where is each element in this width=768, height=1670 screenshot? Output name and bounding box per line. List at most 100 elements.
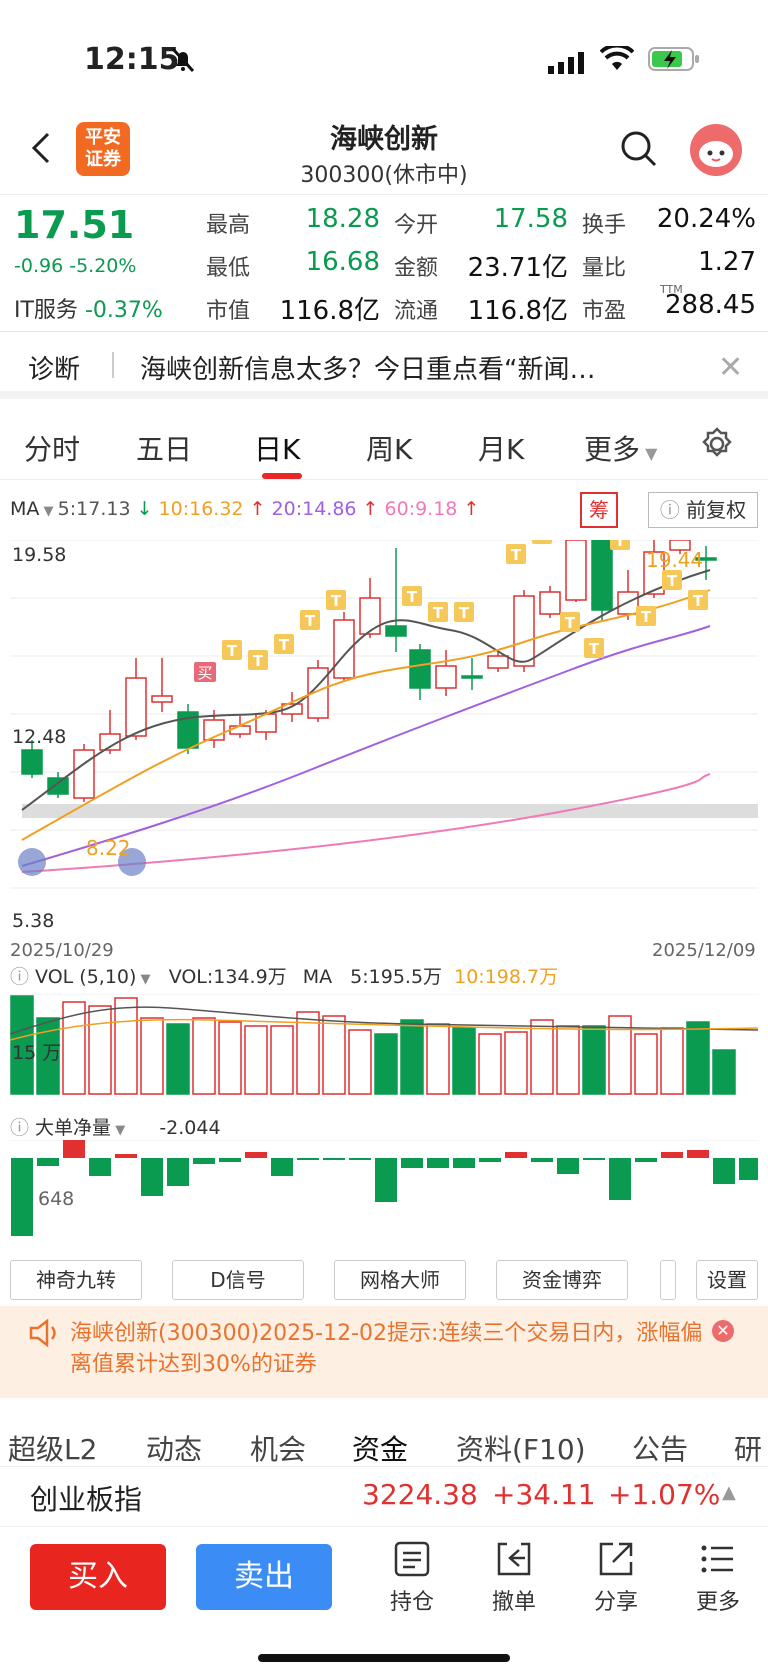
- tool-button-dsignal[interactable]: D信号: [172, 1260, 304, 1300]
- diagnosis-text[interactable]: 海峡创新信息太多？今日重点看“新闻…: [140, 349, 595, 386]
- bigorder-bar: [401, 1158, 423, 1168]
- bigorder-bar: [479, 1158, 501, 1162]
- tool-button-grid[interactable]: 网格大师: [334, 1260, 466, 1300]
- ma10-value: 10:16.32: [158, 498, 244, 520]
- kline-chart[interactable]: TTTTTTTTTTTTTTTT买: [10, 540, 758, 936]
- volume-bar: [322, 1015, 346, 1095]
- tab-opportunity[interactable]: 机会: [250, 1428, 306, 1468]
- tab-research[interactable]: 研: [734, 1428, 762, 1468]
- t-marker-label: T: [279, 636, 290, 654]
- candle-body: [385, 625, 407, 637]
- bigorder-axis-label: 648: [38, 1188, 75, 1210]
- buy-button[interactable]: 买入: [30, 1544, 166, 1610]
- bigorder-bar: [505, 1152, 527, 1158]
- holdings-icon: [394, 1541, 430, 1577]
- candle-body: [513, 595, 535, 667]
- cancel-order-button[interactable]: 撤单: [474, 1540, 554, 1616]
- candle-body: [591, 540, 613, 611]
- ma-label: MA: [10, 498, 40, 520]
- close-icon[interactable]: ✕: [712, 1320, 734, 1342]
- tab-news[interactable]: 动态: [146, 1428, 202, 1468]
- t-marker-label: T: [615, 540, 626, 550]
- candle-body: [151, 695, 173, 703]
- tool-button-capital[interactable]: 资金博弈: [496, 1260, 628, 1300]
- tool-settings-button[interactable]: 设置: [696, 1260, 758, 1300]
- avatar[interactable]: [690, 124, 742, 176]
- bigorder-bar: [271, 1158, 293, 1176]
- volume-ma-label: MA: [302, 966, 333, 988]
- tab-level2[interactable]: 超级L2: [8, 1428, 97, 1468]
- y-axis-high: 19.58: [12, 544, 67, 566]
- volume-bar: [88, 1005, 112, 1095]
- cellular-signal-icon: [548, 52, 584, 74]
- info-icon: ⓘ: [659, 498, 687, 522]
- t-marker-label: T: [589, 640, 600, 658]
- low-price-marker: 8.22: [86, 836, 131, 860]
- bigorder-bar: [323, 1158, 345, 1160]
- bigorder-chart[interactable]: [10, 1140, 758, 1248]
- industry-change: -0.37%: [84, 298, 163, 323]
- volume-bar: [634, 1033, 658, 1095]
- bigorder-bar: [349, 1158, 371, 1160]
- adjust-button[interactable]: ⓘ 前复权: [648, 492, 758, 528]
- t-marker-label: T: [253, 652, 264, 670]
- close-icon[interactable]: ✕: [718, 350, 743, 385]
- bigorder-bar: [89, 1158, 111, 1176]
- volume-bar: [478, 1033, 502, 1095]
- volume-bar: [660, 1027, 684, 1095]
- y-axis-low: 5.38: [12, 910, 55, 932]
- tab-more-label: 更多: [584, 433, 641, 466]
- quote-value-high: 18.28: [305, 204, 380, 234]
- tab-more[interactable]: 更多 ▼: [584, 428, 657, 468]
- tab-f10[interactable]: 资料(F10): [456, 1428, 586, 1468]
- volume-bar: [374, 1033, 398, 1095]
- ma-legend[interactable]: MA ▼ 5:17.13 ↓ 10:16.32 ↑ 20:14.86 ↑ 60:…: [10, 498, 479, 520]
- t-marker-label: T: [667, 572, 678, 590]
- tab-weekly-k[interactable]: 周K: [366, 428, 412, 468]
- volume-chart[interactable]: [10, 994, 758, 1100]
- t-marker-label: T: [331, 592, 342, 610]
- share-button[interactable]: 分享: [576, 1540, 656, 1616]
- divider: [112, 352, 114, 378]
- battery-charging-icon: [648, 47, 699, 71]
- more-button[interactable]: 更多: [678, 1540, 758, 1616]
- zoom-out-icon: [18, 848, 46, 876]
- t-marker-label: T: [511, 546, 522, 564]
- bigorder-bar: [583, 1158, 605, 1160]
- chevron-down-icon: ▼: [640, 444, 658, 463]
- ma20-value: 20:14.86: [271, 498, 357, 520]
- volume-bar: [296, 1011, 320, 1095]
- tool-button-jiuzhuan[interactable]: 神奇九转: [10, 1260, 142, 1300]
- volume-bar: [218, 1021, 242, 1095]
- candle-body: [461, 675, 483, 679]
- tab-five-day[interactable]: 五日: [136, 428, 192, 468]
- candle-body: [125, 677, 147, 737]
- expand-up-icon[interactable]: ▲: [722, 1482, 736, 1503]
- tool-button-partial[interactable]: [660, 1260, 676, 1300]
- volume-bar: [426, 1023, 450, 1095]
- candle-body: [409, 649, 431, 689]
- tab-announcement[interactable]: 公告: [632, 1428, 688, 1468]
- bigorder-bar: [687, 1150, 709, 1158]
- holdings-button[interactable]: 持仓: [372, 1540, 452, 1616]
- tab-capital[interactable]: 资金: [352, 1428, 408, 1468]
- mute-bell-icon: [171, 47, 195, 73]
- candle-body: [435, 665, 457, 689]
- volume-legend[interactable]: ⓘ VOL (5,10) ▼ VOL:134.9万 MA 5:195.5万 10…: [10, 962, 558, 989]
- tab-intraday[interactable]: 分时: [24, 428, 80, 468]
- high-price-marker: 19.44: [646, 548, 704, 572]
- industry-row[interactable]: IT服务 -0.37%: [14, 292, 163, 324]
- search-icon[interactable]: [620, 130, 658, 168]
- sell-button[interactable]: 卖出: [196, 1544, 332, 1610]
- gear-icon[interactable]: [700, 427, 734, 461]
- arrow-up-icon: ↑: [356, 498, 385, 520]
- bigorder-bar: [115, 1154, 137, 1158]
- quote-value-pe: 288.45: [665, 290, 756, 320]
- bigorder-legend[interactable]: ⓘ 大单净量 ▼ -2.044: [10, 1113, 221, 1140]
- tab-daily-k[interactable]: 日K: [254, 428, 300, 468]
- share-label: 分享: [593, 1590, 638, 1615]
- volume-value: VOL:134.9万: [168, 966, 287, 988]
- tab-monthly-k[interactable]: 月K: [478, 428, 524, 468]
- quote-label: 流通: [394, 299, 439, 324]
- chip-distribution-button[interactable]: 筹: [580, 492, 618, 528]
